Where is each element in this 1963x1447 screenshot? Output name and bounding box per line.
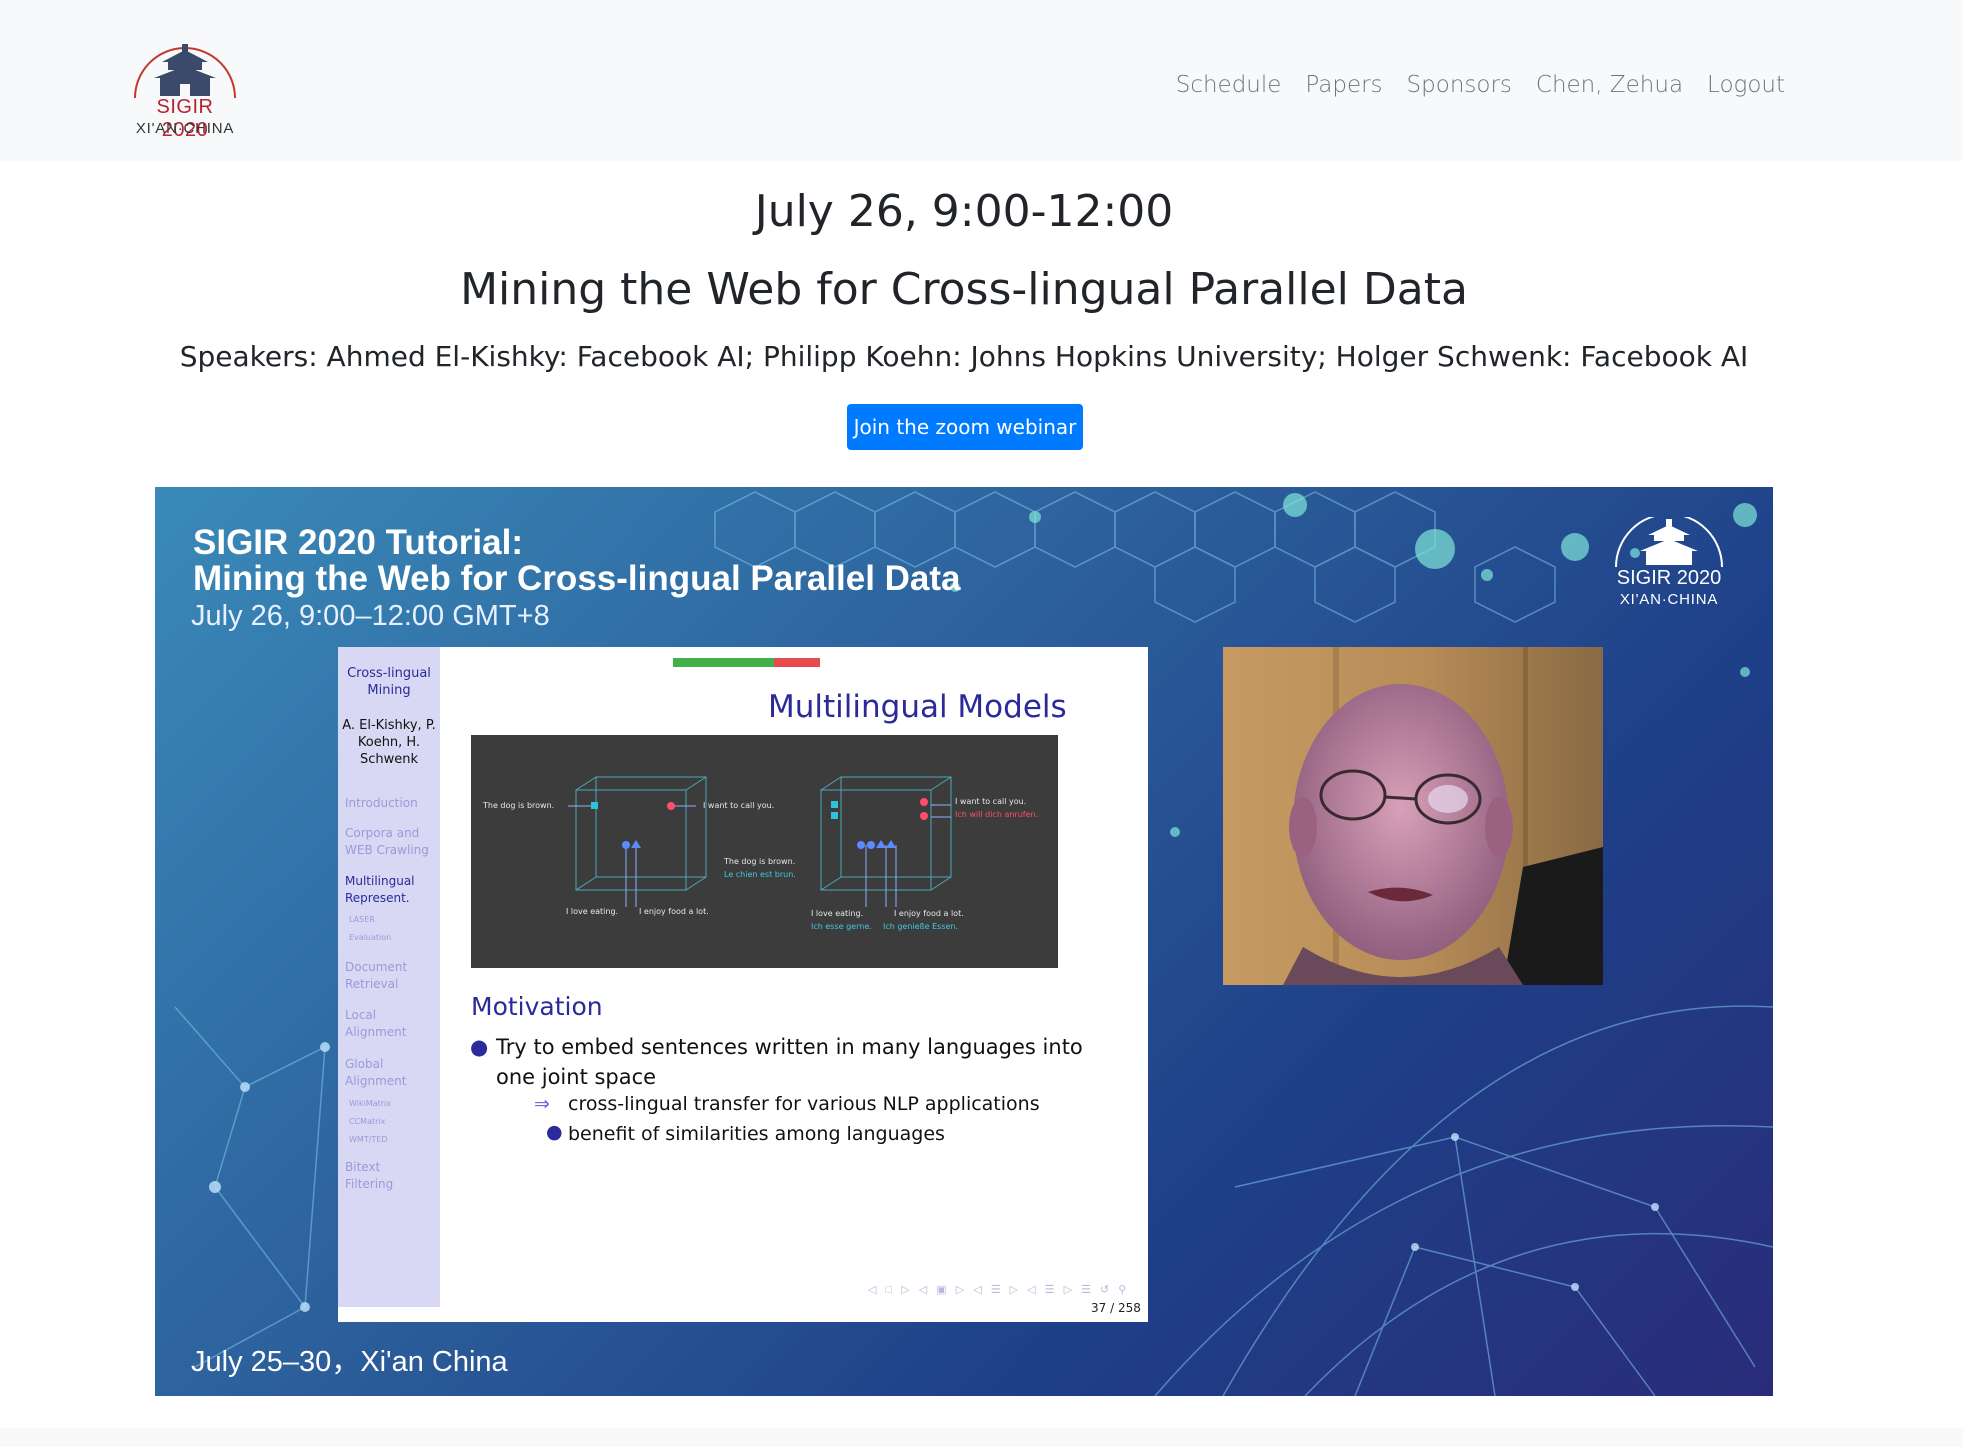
temple-icon — [134, 44, 236, 99]
section-corpora: Corpora and WEB Crawling — [345, 826, 429, 857]
fig-right-food-de: Ich genieße Essen. — [883, 922, 959, 931]
sigir-logo[interactable]: SIGIR 2020 XI'AN·CHINA — [130, 36, 240, 144]
slide-side-title: Cross-lingual Mining — [347, 666, 431, 698]
presenter-toolbar — [673, 658, 820, 667]
section-bitext-filtering: Bitext Filtering — [345, 1160, 394, 1191]
join-zoom-button[interactable]: Join the zoom webinar — [847, 404, 1083, 450]
session-date: July 26, 9:00-12:00 — [754, 186, 1174, 237]
video-title-line2: Mining the Web for Cross-lingual Paralle… — [193, 559, 961, 598]
slide-heading: Multilingual Models — [768, 689, 1067, 725]
fig-right-food-en: I enjoy food a lot. — [894, 909, 964, 918]
section-laser: LASER — [349, 915, 375, 924]
video-sigir-logo: SIGIR 2020 XI'AN·CHINA — [1610, 513, 1728, 608]
bullet-icon: ● — [470, 1035, 489, 1059]
nav-links: Schedule Papers Sponsors Chen, Zehua Log… — [1176, 72, 1785, 98]
slide-sidebar: Cross-lingual Mining A. El-Kishky, P. Ko… — [338, 647, 440, 1307]
slide-bullet-line1: Try to embed sentences written in many l… — [496, 1035, 1083, 1059]
slide-subbullet-2-text: benefit of similarities among languages — [568, 1123, 945, 1145]
fig-right-call-de: Ich will dich anrufen. — [955, 810, 1039, 819]
section-wmt-ted: WMT/TED — [349, 1135, 388, 1144]
presentation-slide: Cross-lingual Mining A. El-Kishky, P. Ko… — [338, 647, 1148, 1322]
speaker-video-feed — [1223, 647, 1603, 985]
video-time: July 26, 9:00–12:00 GMT+8 — [191, 600, 550, 632]
section-local-alignment: Local Alignment — [345, 1008, 407, 1039]
bullet-icon: ● — [546, 1121, 563, 1143]
implies-arrow-icon: ⇒ — [534, 1093, 550, 1115]
nav-user[interactable]: Chen, Zehua — [1536, 72, 1683, 98]
nav-schedule[interactable]: Schedule — [1176, 72, 1282, 98]
video-logo-location: XI'AN·CHINA — [1619, 591, 1719, 608]
video-title-line1: SIGIR 2020 Tutorial: — [193, 523, 523, 562]
section-introduction: Introduction — [345, 796, 418, 810]
page-footer — [0, 1428, 1963, 1447]
video-footer-text: July 25–30，Xi'an China — [191, 1346, 508, 1378]
section-evaluation: Evaluation — [349, 933, 392, 942]
slide-subbullet-1: ⇒ cross-lingual transfer for various NLP… — [534, 1093, 1040, 1115]
fig-right-eat-de: Ich esse gerne. — [811, 922, 872, 931]
nav-sponsors[interactable]: Sponsors — [1407, 72, 1512, 98]
fig-right-dog-en: The dog is brown. — [724, 857, 796, 866]
fig-right-eat-en: I love eating. — [811, 909, 864, 918]
session-title: Mining the Web for Cross-lingual Paralle… — [460, 264, 1468, 315]
speaker-webcam — [1223, 647, 1603, 985]
embedding-figure: The dog is brown. I want to call you. I … — [471, 735, 1058, 968]
embedding-cubes — [568, 776, 952, 907]
nav-papers[interactable]: Papers — [1305, 72, 1382, 98]
nav-logout[interactable]: Logout — [1707, 72, 1785, 98]
video-logo-name: SIGIR 2020 — [1616, 567, 1722, 589]
temple-icon — [1615, 513, 1723, 568]
slide-subbullet-2: ● benefit of similarities among language… — [546, 1121, 945, 1145]
slide-bullet-line2: one joint space — [496, 1065, 657, 1089]
fig-left-call: I want to call you. — [703, 801, 775, 810]
slide-side-authors: A. El-Kishky, P. Koehn, H. Schwenk — [342, 718, 436, 767]
logo-location: XI'AN·CHINA — [135, 120, 235, 137]
fig-left-food: I enjoy food a lot. — [639, 907, 709, 916]
section-wikimatrix: WikiMatrix — [349, 1099, 391, 1108]
section-global-alignment: Global Alignment — [345, 1057, 407, 1088]
fig-left-dog: The dog is brown. — [483, 801, 555, 810]
slide-subbullet-1-text: cross-lingual transfer for various NLP a… — [568, 1093, 1040, 1115]
slide-page-number: 37 / 258 — [1091, 1301, 1141, 1315]
fig-right-call-en: I want to call you. — [955, 797, 1027, 806]
section-ccmatrix: CCMatrix — [349, 1117, 386, 1126]
beamer-nav-icons: ◁ □ ▷ ◁ ▣ ▷ ◁ ☰ ▷ ◁ ☰ ▷ ☰ ↺ ⚲ — [868, 1284, 1130, 1296]
fig-left-eat: I love eating. — [566, 907, 619, 916]
section-document-retrieval: Document Retrieval — [345, 960, 408, 991]
fig-right-dog-fr: Le chien est brun. — [724, 870, 796, 879]
navbar: SIGIR 2020 XI'AN·CHINA Schedule Papers S… — [0, 0, 1963, 161]
session-speakers: Speakers: Ahmed El-Kishky: Facebook AI; … — [179, 340, 1749, 373]
section-multilingual: Multilingual Represent. — [345, 874, 415, 905]
slide-motivation-heading: Motivation — [471, 992, 603, 1021]
slide-bullet: ● Try to embed sentences written in many… — [470, 1032, 1083, 1092]
video-player[interactable]: SIGIR 2020 Tutorial: Mining the Web for … — [155, 487, 1773, 1396]
